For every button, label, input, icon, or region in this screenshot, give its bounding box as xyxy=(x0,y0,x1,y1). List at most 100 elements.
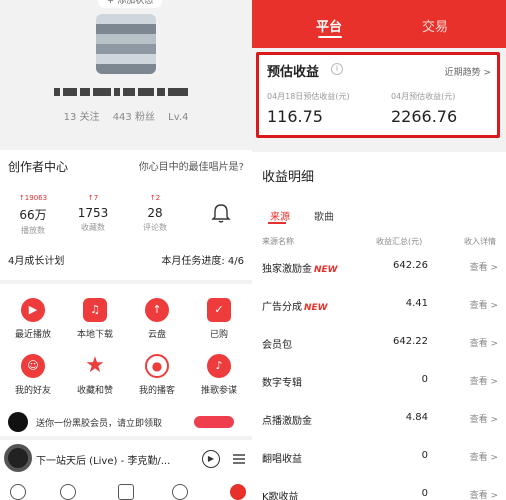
new-badge: NEW xyxy=(314,265,338,275)
creator-center-title[interactable]: 创作者中心 xyxy=(8,158,68,175)
source-amount: 4.84 xyxy=(405,412,428,423)
task-progress: 本月任务进度: 4/6 xyxy=(161,256,244,267)
metric-label: 播放数 xyxy=(21,226,45,235)
table-row[interactable]: 广告分成 NEW 4.41 查看 > xyxy=(252,286,506,324)
app-label: 本地下载 xyxy=(76,330,113,340)
profile-stats: 13 关注 443 粉丝 Lv.4 xyxy=(0,108,252,123)
app-local-download[interactable]: ♫ 本地下载 xyxy=(64,298,126,340)
home-tab-icon[interactable] xyxy=(10,484,26,500)
recent-trend-link[interactable]: 近期趋势 > xyxy=(445,65,491,78)
promo-claim-button[interactable] xyxy=(194,416,234,428)
album-cover[interactable] xyxy=(4,444,32,472)
app-song-advisor[interactable]: ♪ 推歌参谋 xyxy=(188,354,250,396)
source-amount: 0 xyxy=(421,450,428,461)
creator-question-link[interactable]: 你心目中的最佳唱片是? xyxy=(139,158,244,173)
top-tab-header: 平台 交易 xyxy=(252,0,506,48)
source-name: 翻唱收益 xyxy=(262,450,304,465)
earnings-detail-card: 收益明细 来源 歌曲 来源名称 收益汇总(元) 收入详情 独家激励金 NEW 64… xyxy=(252,152,506,500)
advisor-icon: ♪ xyxy=(207,354,231,378)
app-grid: ▶ 最近播放 ♫ 本地下载 ↑ 云盘 ✓ 已购 ☺ 我的好友 ★ 收藏和赞 ● … xyxy=(0,284,252,408)
tab-platform[interactable]: 平台 xyxy=(316,16,342,35)
bottom-tab-bar xyxy=(0,478,252,500)
source-name: 会员包 xyxy=(262,336,294,351)
view-detail-link[interactable]: 查看 > xyxy=(470,488,498,500)
growth-plan-title: 4月成长计划 xyxy=(8,256,65,267)
source-name-text: 点播激励金 xyxy=(262,416,312,427)
creator-center-card: 创作者中心 你心目中的最佳唱片是? ↑19063 66万 播放数 ↑7 1753… xyxy=(0,150,252,280)
playlist-icon[interactable] xyxy=(232,452,246,466)
follow-count[interactable]: 13 关注 xyxy=(64,112,100,123)
avatar[interactable] xyxy=(96,14,156,74)
app-my-podcast[interactable]: ● 我的播客 xyxy=(126,354,188,396)
source-name-text: 数字专辑 xyxy=(262,378,302,389)
source-name: 点播激励金 xyxy=(262,412,314,427)
star-icon: ★ xyxy=(85,353,105,378)
source-name: 广告分成 NEW xyxy=(262,298,328,313)
table-row[interactable]: 数字专辑 0 查看 > xyxy=(252,362,506,400)
app-label: 推歌参谋 xyxy=(200,386,237,396)
growth-plan-row[interactable]: 4月成长计划 本月任务进度: 4/6 xyxy=(8,250,244,270)
view-detail-link[interactable]: 查看 > xyxy=(470,412,498,425)
cloud-upload-icon: ↑ xyxy=(145,298,169,322)
view-detail-link[interactable]: 查看 > xyxy=(470,374,498,387)
add-status-button[interactable]: + 添加状态 xyxy=(98,0,162,8)
play-pause-button[interactable]: ▶ xyxy=(202,450,220,468)
source-name-text: 广告分成 xyxy=(262,302,302,313)
radio-tab-icon[interactable] xyxy=(118,484,134,500)
detail-title: 收益明细 xyxy=(262,170,315,185)
profile-tab-icon[interactable] xyxy=(230,484,246,500)
table-row[interactable]: K歌收益 0 查看 > xyxy=(252,476,506,500)
metric-label: 评论数 xyxy=(143,223,167,232)
source-amount: 0 xyxy=(421,374,428,385)
app-label: 已购 xyxy=(209,330,228,340)
app-my-friends[interactable]: ☺ 我的好友 xyxy=(2,354,64,396)
info-icon[interactable]: i xyxy=(331,63,343,75)
source-amount: 4.41 xyxy=(405,298,428,309)
tab-source[interactable]: 来源 xyxy=(270,208,290,223)
vinyl-icon xyxy=(8,412,28,432)
active-tab-indicator xyxy=(318,36,342,38)
table-row[interactable]: 独家激励金 NEW 642.26 查看 > xyxy=(252,248,506,286)
detail-tab-indicator xyxy=(268,222,286,224)
view-detail-link[interactable]: 查看 > xyxy=(470,298,498,311)
mini-player[interactable]: 下一站天后 (Live) - 李克勤/... ▶ xyxy=(0,440,252,478)
metric-comments[interactable]: ↑2 28 评论数 xyxy=(130,194,180,233)
month-earnings-value: 2266.76 xyxy=(391,107,458,126)
friends-icon: ☺ xyxy=(21,354,45,378)
metric-collects[interactable]: ↑7 1753 收藏数 xyxy=(68,194,118,233)
community-tab-icon[interactable] xyxy=(172,484,188,500)
metric-delta: ↑2 xyxy=(149,194,161,202)
tab-trade[interactable]: 交易 xyxy=(422,16,448,35)
app-favorites[interactable]: ★ 收藏和赞 xyxy=(64,353,126,397)
table-row[interactable]: 点播激励金 4.84 查看 > xyxy=(252,400,506,438)
month-earnings-label: 04月预估收益(元) xyxy=(391,92,456,101)
day-earnings-label: 04月18日预估收益(元) xyxy=(267,92,350,101)
app-label: 我的播客 xyxy=(138,386,175,396)
table-row[interactable]: 翻唱收益 0 查看 > xyxy=(252,438,506,476)
metric-delta: ↑19063 xyxy=(18,194,48,202)
metric-plays[interactable]: ↑19063 66万 播放数 xyxy=(8,194,58,236)
app-purchased[interactable]: ✓ 已购 xyxy=(188,298,250,340)
bell-icon[interactable] xyxy=(210,202,232,224)
tab-song[interactable]: 歌曲 xyxy=(314,208,334,223)
earnings-title: 预估收益 xyxy=(267,65,320,80)
app-label: 收藏和赞 xyxy=(76,386,113,396)
metric-delta: ↑7 xyxy=(87,194,99,202)
fans-count[interactable]: 443 粉丝 xyxy=(113,112,155,123)
source-name-text: 翻唱收益 xyxy=(262,454,302,465)
metric-number: 66万 xyxy=(19,208,47,222)
app-recent-play[interactable]: ▶ 最近播放 xyxy=(2,298,64,340)
discover-tab-icon[interactable] xyxy=(60,484,76,500)
vip-promo-bar[interactable]: 送你一份黑胶会员，请立即领取 xyxy=(0,408,252,436)
view-detail-link[interactable]: 查看 > xyxy=(470,450,498,463)
app-cloud-drive[interactable]: ↑ 云盘 xyxy=(126,298,188,340)
table-row[interactable]: 会员包 642.22 查看 > xyxy=(252,324,506,362)
metric-label: 收藏数 xyxy=(81,223,105,232)
username-redacted xyxy=(54,84,200,100)
metric-number: 1753 xyxy=(77,206,109,220)
view-detail-link[interactable]: 查看 > xyxy=(470,260,498,273)
view-detail-link[interactable]: 查看 > xyxy=(470,336,498,349)
now-playing-title: 下一站天后 (Live) - 李克勤/... xyxy=(36,456,171,467)
source-name: K歌收益 xyxy=(262,488,301,500)
app-label: 云盘 xyxy=(147,330,166,340)
